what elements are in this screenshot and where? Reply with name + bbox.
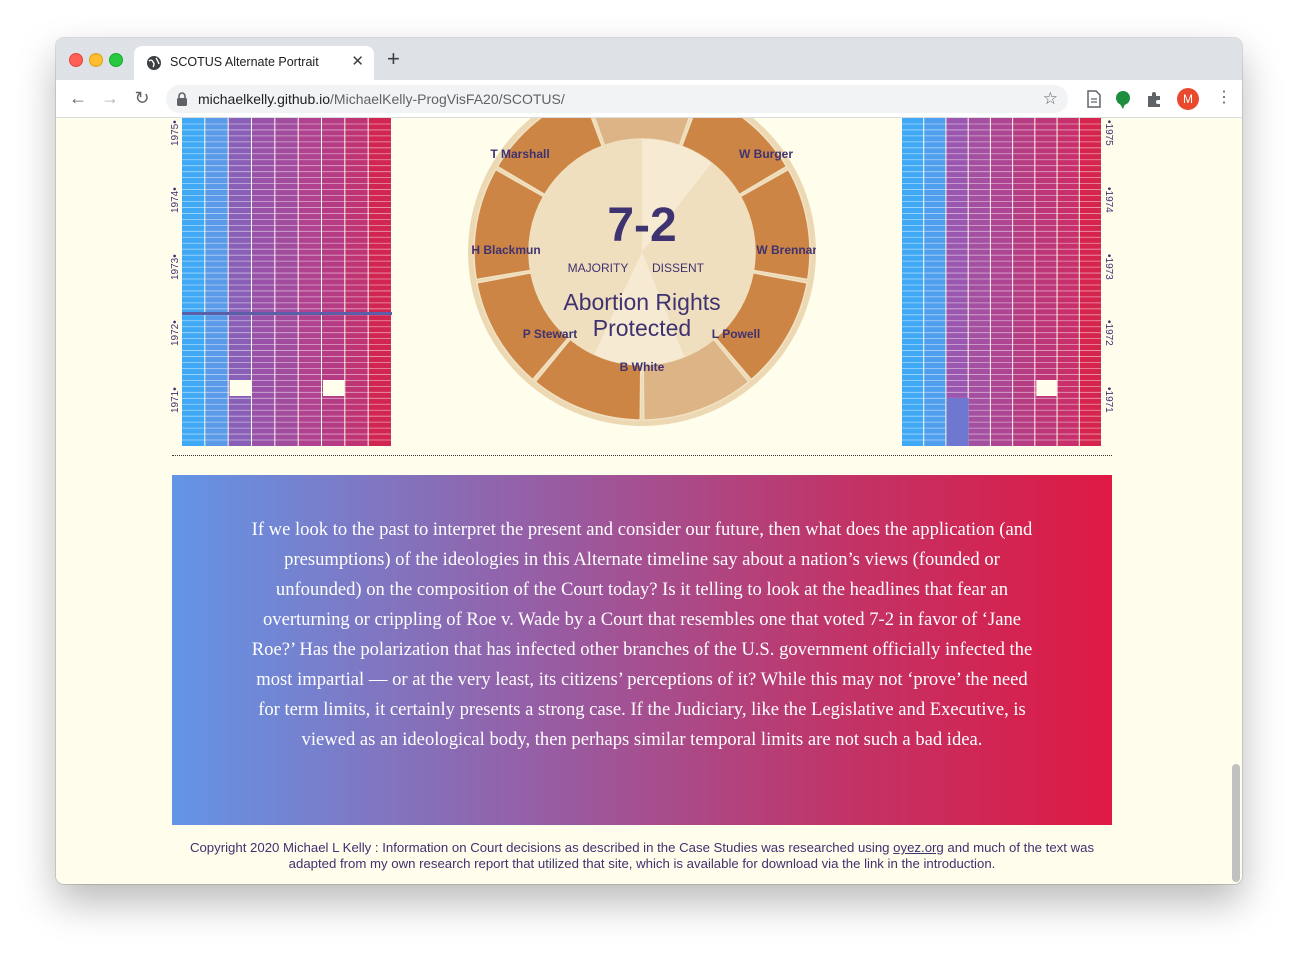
- justice-label: P Stewart: [523, 327, 577, 341]
- reload-icon[interactable]: ↻: [130, 86, 154, 110]
- grid-column: [322, 118, 345, 446]
- year-label: 1975•: [170, 120, 181, 146]
- address-bar[interactable]: michaelkelly.github.io/MichaelKelly-Prog…: [166, 85, 1068, 113]
- essay-text: If we look to the past to interpret the …: [251, 519, 1033, 750]
- grid-column: [946, 118, 968, 446]
- oyez-link[interactable]: oyez.org: [893, 840, 944, 855]
- grid-column: [368, 118, 391, 446]
- browser-toolbar: ← → ↻ michaelkelly.github.io/MichaelKell…: [56, 80, 1242, 118]
- back-icon[interactable]: ←: [66, 86, 90, 110]
- year-label: •1971: [1103, 387, 1114, 413]
- url-text: michaelkelly.github.io/MichaelKelly-Prog…: [198, 91, 565, 107]
- new-tab-button[interactable]: +: [387, 48, 400, 70]
- url-path: /MichaelKelly-ProgVisFA20/SCOTUS/: [330, 91, 565, 107]
- tab-title: SCOTUS Alternate Portrait: [170, 55, 319, 69]
- grid-column: [1057, 118, 1079, 446]
- lock-icon: [177, 92, 187, 106]
- footer-text-before: Copyright 2020 Michael L Kelly : Informa…: [189, 840, 894, 855]
- close-window-button[interactable]: [69, 53, 83, 67]
- justice-label: B White: [620, 360, 665, 374]
- url-host: michaelkelly.github.io: [198, 91, 331, 107]
- grid-column: [182, 118, 205, 446]
- vacancy-cell: [229, 380, 251, 396]
- minimize-window-button[interactable]: [89, 53, 103, 67]
- year-label: •1975: [1103, 120, 1114, 146]
- bookmark-star-icon[interactable]: ☆: [1043, 89, 1058, 109]
- year-label: •1974: [1103, 187, 1114, 213]
- justice-label: H Blackmun: [471, 243, 540, 257]
- decision-dial: 7-2 MAJORITY DISSENT Abortion Rights Pro…: [468, 118, 816, 426]
- grid-column: [205, 118, 228, 446]
- year-label: 1974•: [170, 187, 181, 213]
- year-label: •1972: [1103, 320, 1114, 346]
- tab-active[interactable]: SCOTUS Alternate Portrait ✕: [134, 46, 374, 80]
- forward-icon[interactable]: →: [98, 86, 122, 110]
- justice-label: T Marshall: [490, 147, 549, 161]
- grid-column: [298, 118, 321, 446]
- grid-column: [968, 118, 990, 446]
- globe-icon: [147, 56, 161, 70]
- year-label: 1972•: [170, 320, 181, 346]
- justice-label: L Powell: [712, 327, 760, 341]
- green-extension-icon[interactable]: [1112, 88, 1134, 110]
- grid-column: [275, 118, 298, 446]
- profile-avatar[interactable]: M: [1177, 88, 1199, 110]
- grid-column: [990, 118, 1013, 446]
- left-ideology-grid: [182, 118, 392, 446]
- maximize-window-button[interactable]: [109, 53, 123, 67]
- grid-column: [345, 118, 368, 446]
- essay-panel: If we look to the past to interpret the …: [172, 475, 1112, 825]
- dissent-label: DISSENT: [652, 261, 705, 275]
- grid-cell-highlight: [946, 398, 969, 446]
- year-label: •1973: [1103, 254, 1114, 280]
- outcome-line-1: Abortion Rights: [563, 289, 720, 315]
- majority-label: MAJORITY: [568, 261, 629, 275]
- puzzle-extensions-icon[interactable]: [1144, 88, 1166, 110]
- page-scrollbar[interactable]: [1232, 764, 1240, 882]
- outcome-line-2: Protected: [593, 315, 691, 341]
- grid-column: [1079, 118, 1101, 446]
- right-ideology-grid: [902, 118, 1102, 446]
- page-content: 1975• 1974• 1973• 1972• 1971• •1975 •1974 •197…: [56, 118, 1242, 884]
- grid-column: [902, 118, 924, 446]
- justice-label: W Brennan: [756, 243, 816, 257]
- browser-menu-icon[interactable]: ⋮: [1216, 87, 1232, 109]
- vote-count: 7-2: [607, 199, 676, 252]
- vacancy-cell: [323, 380, 345, 396]
- grid-column: [252, 118, 275, 446]
- footer-copyright: Copyright 2020 Michael L Kelly : Informa…: [172, 840, 1112, 872]
- document-extension-icon[interactable]: [1083, 88, 1105, 110]
- section-divider: [172, 455, 1112, 456]
- tab-strip: SCOTUS Alternate Portrait ✕ +: [56, 38, 1242, 80]
- grid-column: [1013, 118, 1035, 446]
- grid-column: [1035, 118, 1057, 446]
- close-tab-icon[interactable]: ✕: [351, 54, 364, 70]
- year-label: 1971•: [170, 387, 181, 413]
- selected-case-marker: [182, 312, 392, 315]
- vacancy-cell: [1036, 380, 1057, 396]
- browser-window: SCOTUS Alternate Portrait ✕ + ← → ↻ mich…: [56, 38, 1242, 884]
- grid-column: [924, 118, 946, 446]
- justice-label: W Burger: [739, 147, 793, 161]
- year-label: 1973•: [170, 254, 181, 280]
- grid-column: [228, 118, 251, 446]
